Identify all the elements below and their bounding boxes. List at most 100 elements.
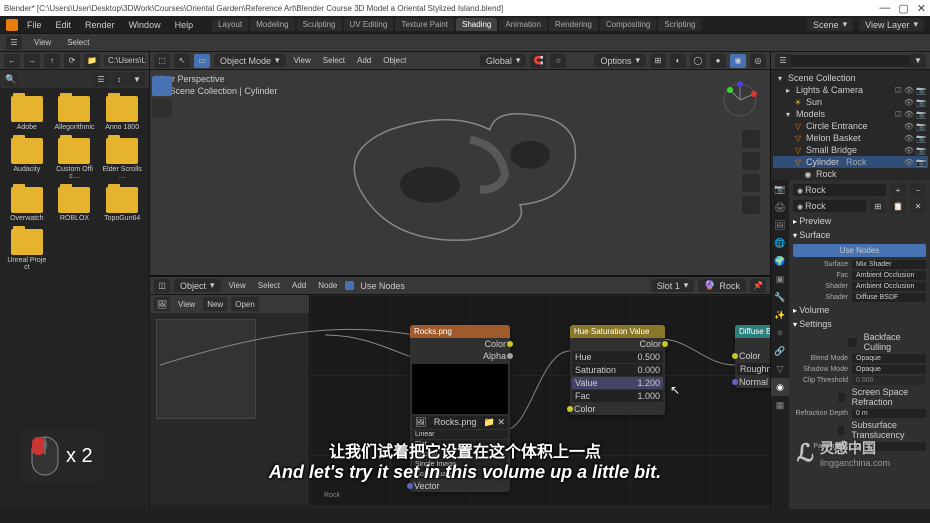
ptab-physics-icon[interactable]: ⚛ <box>771 324 789 342</box>
ne-view[interactable]: View <box>225 280 250 291</box>
fb-back[interactable]: ← <box>4 54 20 68</box>
mat-unlink-icon[interactable]: ✕ <box>910 199 926 213</box>
folder-item[interactable]: Audacity <box>6 138 48 181</box>
vp-select[interactable]: Select <box>319 55 349 66</box>
tab-animation[interactable]: Animation <box>499 18 547 31</box>
outliner-icon[interactable]: ☰ <box>775 54 791 68</box>
hue-field[interactable]: Hue0.500 <box>572 351 663 363</box>
fac-field[interactable]: Fac1.000 <box>572 390 663 402</box>
editor-type-icon[interactable]: ☰ <box>6 36 22 50</box>
shadowmode-value[interactable]: Opaque <box>852 365 926 374</box>
fb-forward[interactable]: → <box>24 54 40 68</box>
ol-row[interactable]: ☀Sun👁📷 <box>773 96 928 108</box>
select-box-icon[interactable]: ▭ <box>194 54 210 68</box>
sec-view[interactable]: View <box>30 37 55 48</box>
ne-editor-icon[interactable]: ◫ <box>154 279 170 293</box>
camera-icon[interactable] <box>742 174 760 192</box>
outliner-filter[interactable]: ▼ <box>910 54 926 68</box>
fac-value[interactable]: Ambient Occlusion <box>852 271 926 280</box>
ptab-mesh-icon[interactable]: ▽ <box>771 360 789 378</box>
ib-editor-icon[interactable]: 🖼 <box>154 297 170 311</box>
section-settings[interactable]: ▾ Settings <box>793 317 926 331</box>
viewport-3d[interactable]: User Perspective (0) Scene Collection | … <box>150 70 770 275</box>
snap-icon[interactable]: 🧲 <box>530 54 546 68</box>
menu-file[interactable]: File <box>22 20 47 30</box>
vp-object[interactable]: Object <box>379 55 410 66</box>
ol-row[interactable]: ▸Lights & Camera☑👁📷 <box>773 84 928 96</box>
orientation-select[interactable]: Global▾ <box>480 54 527 67</box>
cursor-icon[interactable]: ↖ <box>174 54 190 68</box>
ol-row[interactable]: ▽Circle Entrance👁📷 <box>773 120 928 132</box>
menu-render[interactable]: Render <box>80 20 120 30</box>
maximize-button[interactable]: ▢ <box>898 2 908 15</box>
fb-path[interactable]: C:\Users\User\Docum… <box>104 55 145 66</box>
add-slot-icon[interactable]: + <box>890 183 906 197</box>
folder-item[interactable]: ROBLOX <box>54 187 96 223</box>
tab-rendering[interactable]: Rendering <box>549 18 598 31</box>
clipthresh-value[interactable]: 0.500 <box>852 376 926 385</box>
socket-normal-in[interactable]: Normal <box>735 376 770 388</box>
folder-item[interactable]: Custom Offic… <box>54 138 96 181</box>
menu-window[interactable]: Window <box>124 20 166 30</box>
section-surface[interactable]: ▾ Surface <box>793 228 926 242</box>
use-nodes-button[interactable]: Use Nodes <box>793 244 926 257</box>
ne-node[interactable]: Node <box>314 280 341 291</box>
gizmo-icon[interactable]: ◐ <box>670 54 686 68</box>
ol-row[interactable]: ▽Melon Basket👁📷 <box>773 132 928 144</box>
slot-select[interactable]: Slot 1▾ <box>651 279 695 292</box>
options-dd[interactable]: Options▾ <box>594 54 646 67</box>
tab-shading[interactable]: Shading <box>456 18 497 31</box>
ol-row[interactable]: ◉Rock <box>773 168 928 180</box>
ptab-view-icon[interactable]: 🖼 <box>771 216 789 234</box>
socket-color-out[interactable]: Color <box>570 338 665 350</box>
use-nodes-toggle[interactable]: Use Nodes <box>345 281 405 291</box>
fb-search-icon[interactable]: 🔍 <box>4 72 18 86</box>
folder-item[interactable]: Allegorithmic <box>54 96 96 132</box>
ne-type[interactable]: Object▾ <box>174 279 221 292</box>
tab-modeling[interactable]: Modeling <box>250 18 294 31</box>
mat-browse-icon[interactable]: ⊞ <box>870 199 886 213</box>
fb-newfolder[interactable]: 📁 <box>84 54 100 68</box>
shader1-value[interactable]: Ambient Occlusion <box>852 282 926 291</box>
menu-help[interactable]: Help <box>170 20 199 30</box>
sat-field[interactable]: Saturation0.000 <box>572 364 663 376</box>
blendmode-value[interactable]: Opaque <box>852 354 926 363</box>
tab-layout[interactable]: Layout <box>212 18 248 31</box>
perspective-icon[interactable] <box>742 196 760 214</box>
ib-open[interactable]: Open <box>231 297 259 311</box>
tab-scripting[interactable]: Scripting <box>658 18 701 31</box>
shading-render-icon[interactable]: ◎ <box>750 54 766 68</box>
section-preview[interactable]: ▸ Preview <box>793 214 926 228</box>
material-name-field[interactable]: ◉ Rock <box>793 200 866 212</box>
socket-color-in[interactable]: Color <box>735 350 770 362</box>
minimize-button[interactable]: — <box>879 2 890 15</box>
ol-row[interactable]: ▾Models☑👁📷 <box>773 108 928 120</box>
fb-sort[interactable]: ↕ <box>111 72 127 86</box>
folder-item[interactable]: Adobe <box>6 96 48 132</box>
remove-slot-icon[interactable]: − <box>910 183 926 197</box>
fb-up[interactable]: ↑ <box>44 54 60 68</box>
image-field[interactable]: 🖼Rocks.png📁 ✕ <box>412 416 508 429</box>
ptab-world-icon[interactable]: 🌍 <box>771 252 789 270</box>
shader2-value[interactable]: Diffuse BSDF <box>852 293 926 302</box>
folder-item[interactable]: Elder Scrolls … <box>101 138 143 181</box>
tool-select-icon[interactable] <box>152 76 172 96</box>
pan-icon[interactable] <box>742 152 760 170</box>
backface-check[interactable]: Backface Culling <box>793 331 926 353</box>
overlay-icon[interactable]: ⊞ <box>650 54 666 68</box>
ol-row[interactable]: ▽Small Bridge👁📷 <box>773 144 928 156</box>
ptab-particle-icon[interactable]: ✨ <box>771 306 789 324</box>
fb-refresh[interactable]: ⟳ <box>64 54 80 68</box>
nav-gizmo[interactable] <box>720 80 760 120</box>
shading-matprev-icon[interactable]: ◉ <box>730 54 746 68</box>
ptab-texture-icon[interactable]: ▦ <box>771 396 789 414</box>
tab-compositing[interactable]: Compositing <box>600 18 656 31</box>
pin-icon[interactable]: 📌 <box>750 279 766 293</box>
mode-select[interactable]: Object Mode▾ <box>214 54 286 67</box>
tab-sculpting[interactable]: Sculpting <box>297 18 342 31</box>
sec-select[interactable]: Select <box>63 37 93 48</box>
ptab-material-icon[interactable]: ◉ <box>771 378 789 396</box>
ptab-constraint-icon[interactable]: 🔗 <box>771 342 789 360</box>
value-field[interactable]: Value1.200 <box>572 377 663 389</box>
vp-add[interactable]: Add <box>353 55 375 66</box>
